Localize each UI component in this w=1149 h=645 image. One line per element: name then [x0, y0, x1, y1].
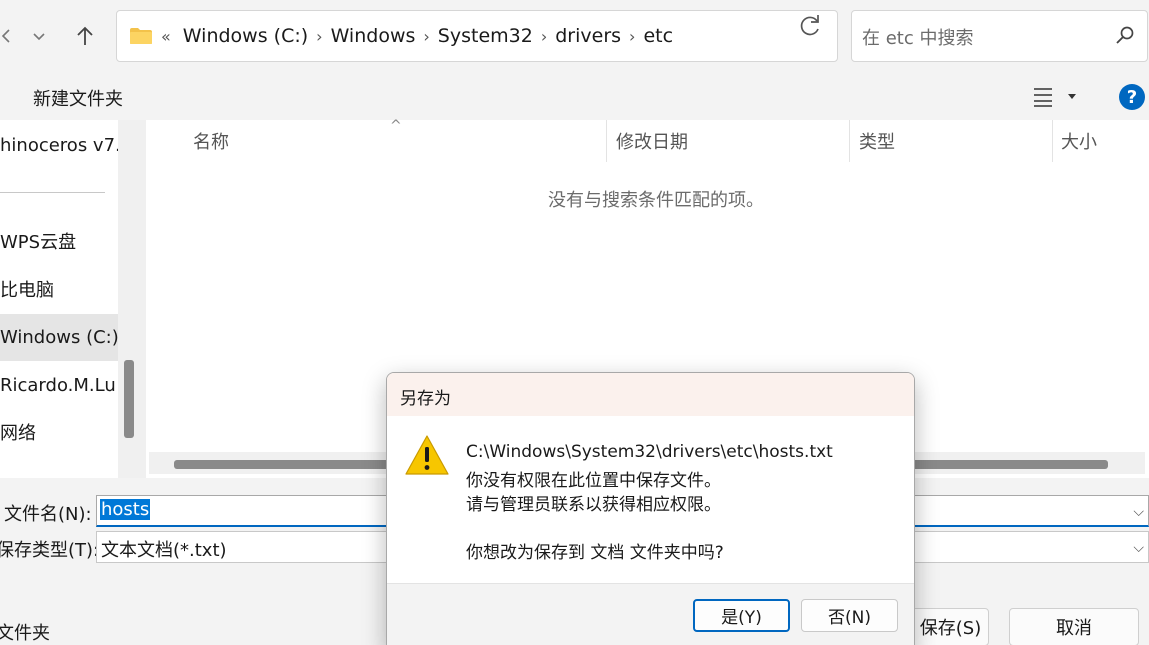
dialog-title-bar[interactable]: 另存为: [387, 373, 914, 416]
save-as-permission-dialog: 另存为 C:\Windows\System32\drivers\etc\host…: [386, 372, 915, 645]
breadcrumb-drive[interactable]: Windows (C:): [183, 25, 308, 47]
filetype-label: 保存类型(T):: [0, 540, 100, 561]
column-divider[interactable]: [1052, 120, 1053, 162]
warning-icon: [405, 435, 449, 475]
sidebar-item-network[interactable]: 网络: [0, 410, 118, 454]
filename-value[interactable]: hosts: [100, 499, 151, 520]
filename-label: 文件名(N):: [4, 504, 92, 525]
breadcrumb-chevron-icon[interactable]: ›: [423, 27, 429, 46]
search-icon[interactable]: [1114, 25, 1136, 47]
empty-results-message: 没有与搜索条件匹配的项。: [548, 190, 764, 211]
sidebar-item-rhinoceros[interactable]: hinoceros v7.3: [0, 123, 118, 167]
chevron-down-icon[interactable]: ⌵: [1133, 504, 1144, 520]
breadcrumb-drivers[interactable]: drivers: [555, 25, 621, 47]
column-header-modified[interactable]: 修改日期: [616, 120, 688, 162]
new-folder-button[interactable]: 新建文件夹: [33, 85, 123, 111]
sidebar-item-user[interactable]: Ricardo.M.Lu: [0, 363, 118, 407]
navigation-pane: hinoceros v7.3 WPS云盘 比电脑 Windows (C:) Ri…: [0, 120, 118, 478]
column-divider[interactable]: [606, 120, 607, 162]
column-header-type[interactable]: 类型: [859, 120, 895, 162]
column-header-size[interactable]: 大小: [1061, 120, 1097, 162]
sidebar-item-windows-c[interactable]: Windows (C:): [0, 314, 118, 361]
back-icon[interactable]: [0, 22, 20, 50]
dialog-title: 另存为: [400, 389, 451, 409]
sidebar-scrollbar[interactable]: [118, 120, 146, 478]
dialog-body: C:\Windows\System32\drivers\etc\hosts.tx…: [387, 416, 914, 583]
no-button[interactable]: 否(N): [801, 599, 898, 632]
dialog-message-line2: 请与管理员联系以获得相应权限。: [466, 495, 721, 515]
breadcrumb-etc[interactable]: etc: [643, 25, 673, 47]
address-bar[interactable]: « Windows (C:) › Windows › System32 › dr…: [116, 10, 882, 62]
cancel-button[interactable]: 取消: [1009, 608, 1139, 645]
sort-ascending-icon: ^: [390, 118, 402, 134]
sidebar-item-label: Windows (C:): [0, 327, 118, 348]
filetype-value[interactable]: 文本文档(*.txt): [101, 536, 227, 562]
breadcrumb-chevron-icon[interactable]: ›: [629, 27, 635, 46]
address-bar-row: « Windows (C:) › Windows › System32 › dr…: [0, 0, 1149, 74]
address-overflow-icon[interactable]: «: [161, 27, 171, 46]
dialog-button-bar: 是(Y) 否(N): [387, 583, 914, 645]
sidebar-item-this-pc[interactable]: 比电脑: [0, 267, 118, 311]
breadcrumb-system32[interactable]: System32: [438, 25, 533, 47]
sidebar-item-wps-cloud[interactable]: WPS云盘: [0, 219, 118, 263]
sidebar-item-label: 比电脑: [0, 280, 54, 301]
breadcrumb-chevron-icon[interactable]: ›: [541, 27, 547, 46]
sidebar-scroll-thumb[interactable]: [124, 360, 134, 438]
yes-button[interactable]: 是(Y): [693, 599, 790, 632]
chevron-down-icon[interactable]: ⌵: [1133, 540, 1144, 556]
folder-icon: [130, 28, 152, 44]
dialog-question: 你想改为保存到 文档 文件夹中吗?: [466, 543, 724, 563]
view-options-icon[interactable]: [1032, 86, 1080, 108]
sidebar-item-label: Ricardo.M.Lu: [0, 374, 116, 396]
sidebar-divider: [0, 192, 105, 193]
dialog-message-line1: 你没有权限在此位置中保存文件。: [466, 471, 721, 491]
sidebar-item-label: 网络: [0, 423, 36, 444]
refresh-icon[interactable]: [796, 12, 824, 40]
search-box[interactable]: 在 etc 中搜索: [851, 10, 1148, 62]
breadcrumb-chevron-icon[interactable]: ›: [316, 27, 322, 46]
breadcrumb-windows[interactable]: Windows: [331, 25, 416, 47]
sidebar-item-label: hinoceros v7.3: [0, 134, 118, 156]
up-arrow-icon[interactable]: [71, 22, 99, 50]
recent-locations-chevron-icon[interactable]: [25, 22, 53, 50]
column-divider[interactable]: [849, 120, 850, 162]
command-toolbar: 新建文件夹 ?: [0, 74, 1149, 120]
column-header-name[interactable]: 名称: [193, 120, 229, 162]
hide-folders-toggle[interactable]: 文件夹: [0, 619, 50, 645]
help-icon[interactable]: ?: [1119, 84, 1145, 110]
search-placeholder[interactable]: 在 etc 中搜索: [862, 24, 973, 50]
dialog-file-path: C:\Windows\System32\drivers\etc\hosts.tx…: [466, 442, 833, 462]
sidebar-item-label: WPS云盘: [0, 232, 77, 253]
